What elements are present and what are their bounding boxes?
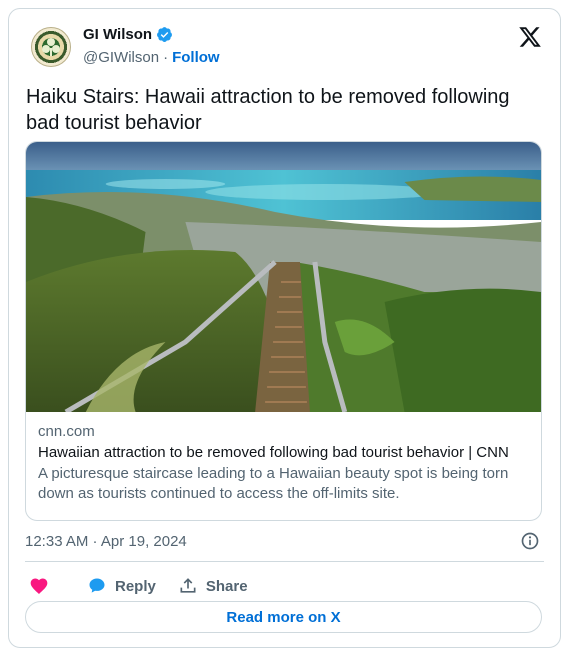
link-preview-image[interactable] [26,142,541,412]
info-icon[interactable] [520,531,540,551]
tweet-timestamp[interactable]: 12:33 AM · Apr 19, 2024 [25,533,187,550]
avatar[interactable] [31,27,71,67]
clover-emblem-icon [42,38,60,56]
x-logo-icon[interactable] [518,25,542,49]
author-name-row: GI Wilson [83,26,173,43]
author-name[interactable]: GI Wilson [83,26,152,43]
link-description: A picturesque staircase leading to a Haw… [38,465,509,502]
author-handle-row: @GIWilson · Follow [83,49,220,66]
tweet-meta-row: 12:33 AM · Apr 19, 2024 [25,531,544,555]
share-icon [180,578,196,593]
verified-badge-icon [157,27,172,42]
tweet-text: Haiku Stairs: Hawaii attraction to be re… [26,86,510,134]
tweet-actions: Reply Share [25,567,248,605]
link-preview-meta: cnn.com Hawaiian attraction to be remove… [26,412,541,504]
tweet-embed-card: GI Wilson @GIWilson · Follow Haiku Stair… [8,8,561,648]
like-button[interactable] [29,576,49,596]
reply-label: Reply [115,577,156,595]
divider [25,561,544,562]
heart-icon [30,578,48,594]
author-handle[interactable]: @GIWilson [83,49,159,66]
link-title[interactable]: Hawaiian attraction to be removed follow… [38,443,529,463]
follow-button[interactable]: Follow [172,49,220,66]
handle-separator: · [163,49,169,66]
link-preview-card[interactable]: cnn.com Hawaiian attraction to be remove… [25,141,542,521]
reply-bubble-icon [89,578,105,593]
reply-button[interactable]: Reply [87,576,156,596]
share-button[interactable]: Share [178,576,248,596]
read-more-button[interactable]: Read more on X [25,601,542,633]
tweet-header: GI Wilson @GIWilson · Follow [25,23,544,75]
link-domain: cnn.com [38,423,95,440]
share-label: Share [205,577,248,595]
